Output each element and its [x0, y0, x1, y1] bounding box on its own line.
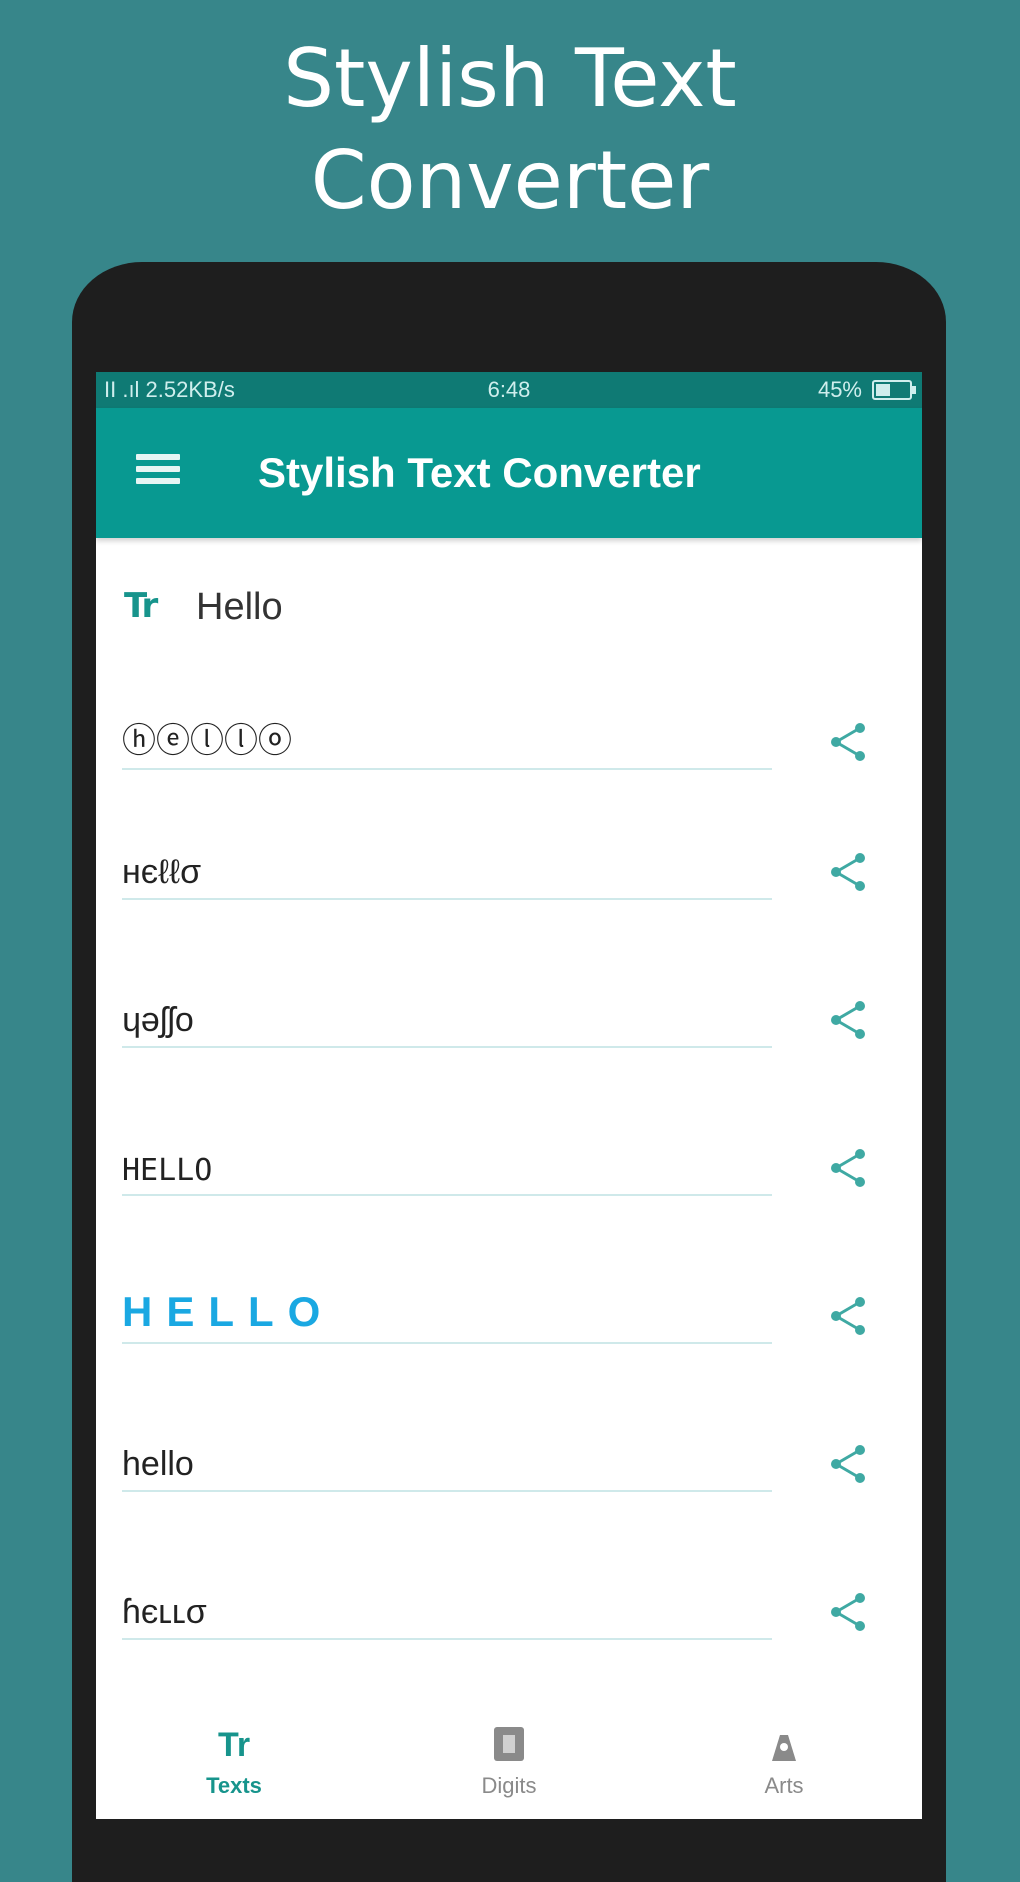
style-text[interactable]: HELLO [122, 1153, 772, 1188]
style-row-mixed: ɦєʟʟσ [96, 1552, 922, 1662]
status-battery: 45% [817, 372, 916, 408]
divider [122, 1194, 772, 1196]
style-text[interactable]: ɦєʟʟσ [122, 1593, 772, 1632]
style-row-circled: ⓗⓔⓛⓛⓞ [96, 682, 922, 792]
divider [122, 1638, 772, 1640]
status-time: 6:48 [487, 377, 531, 402]
text-input-row: Tr [96, 560, 922, 656]
divider [122, 1490, 772, 1492]
nav-tab-label: Arts [764, 1773, 804, 1798]
app-screen: ΙΙ .ıl 2.52KB/s 6:48 45% Stylish Text Co… [96, 372, 922, 1819]
style-text[interactable]: hello [122, 1445, 772, 1484]
text-format-icon: Tr [124, 586, 158, 626]
nav-tab-arts[interactable]: Arts [646, 1699, 922, 1819]
share-icon[interactable] [828, 1294, 868, 1338]
text-input[interactable] [194, 578, 798, 636]
promo-title-line1: Stylish Text [283, 32, 737, 125]
text-format-icon: Tr [217, 1726, 251, 1764]
style-row-spaced-blue: HELLO [96, 1256, 922, 1366]
divider [122, 768, 772, 770]
divider [122, 1342, 772, 1344]
nav-tab-label: Digits [481, 1773, 537, 1798]
hamburger-menu-icon[interactable] [136, 454, 180, 490]
battery-percent: 45% [817, 377, 862, 402]
promo-title-line2: Converter [310, 134, 710, 227]
battery-icon [872, 380, 916, 400]
toolbar-title: Stylish Text Converter [258, 449, 701, 496]
divider [122, 1046, 772, 1048]
status-bar: ΙΙ .ıl 2.52KB/s 6:48 45% [96, 372, 922, 408]
style-row-plain: hello [96, 1404, 922, 1514]
share-icon[interactable] [828, 998, 868, 1042]
style-text[interactable]: нєℓℓσ [122, 853, 772, 892]
digits-icon [371, 1723, 647, 1767]
share-icon[interactable] [828, 1590, 868, 1634]
share-icon[interactable] [828, 1442, 868, 1486]
divider [122, 898, 772, 900]
nav-tab-digits[interactable]: Digits [371, 1699, 647, 1819]
style-row-small-caps: HELLO [96, 1108, 922, 1218]
style-text[interactable]: ɥǝʃʃo [122, 1001, 772, 1040]
share-icon[interactable] [828, 720, 868, 764]
share-icon[interactable] [828, 850, 868, 894]
style-text[interactable]: ⓗⓔⓛⓛⓞ [122, 713, 772, 762]
style-text[interactable]: HELLO [122, 1288, 772, 1336]
style-row-upside-down: ɥǝʃʃo [96, 960, 922, 1070]
share-icon[interactable] [828, 1146, 868, 1190]
app-toolbar: Stylish Text Converter [96, 408, 922, 538]
promo-title: Stylish Text Converter [0, 28, 1020, 232]
nav-tab-texts[interactable]: Tr Texts [96, 1699, 372, 1819]
bottom-navigation: Tr Texts Digits Arts [96, 1699, 922, 1819]
arts-icon [646, 1723, 922, 1767]
nav-tab-label: Texts [206, 1773, 262, 1798]
style-row-cyrillic: нєℓℓσ [96, 812, 922, 922]
